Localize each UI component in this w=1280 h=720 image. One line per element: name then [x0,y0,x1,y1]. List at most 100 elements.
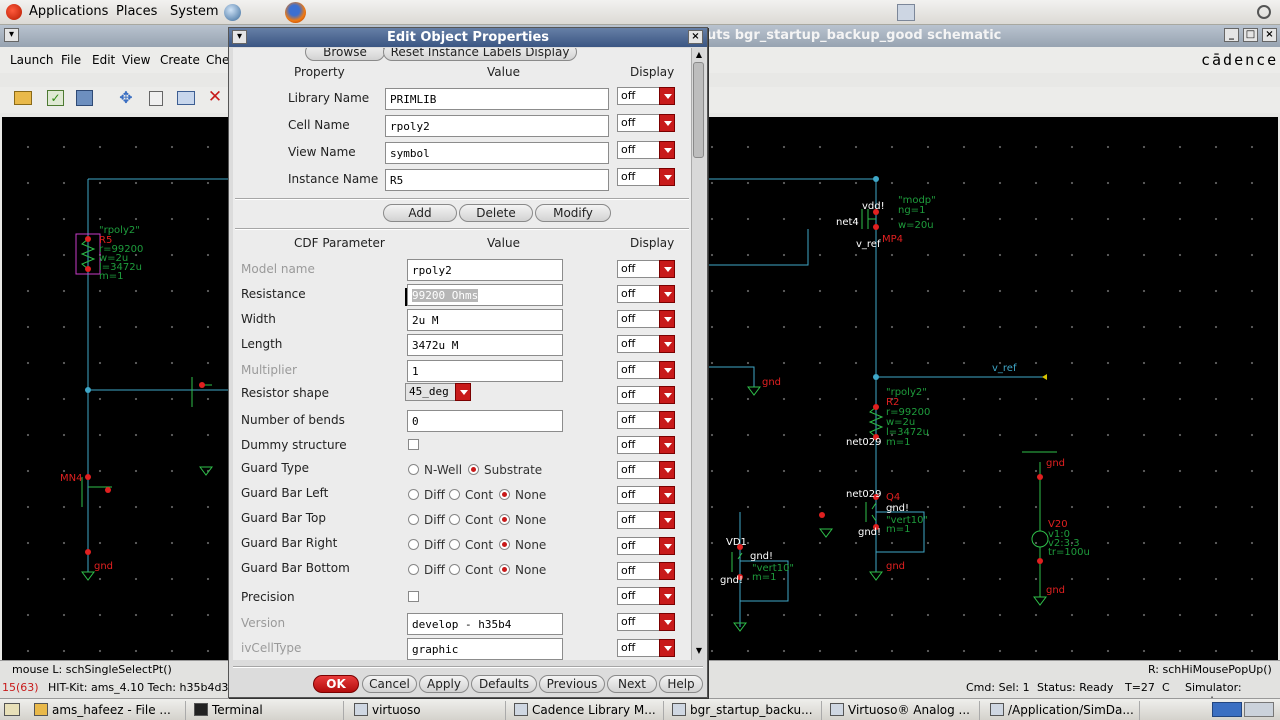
task-simdata[interactable]: /Application/SimDa... [986,701,1140,720]
guard-bar-top-none-radio[interactable] [499,514,510,525]
applications-menu[interactable]: Applications [29,4,108,19]
multiplier-field[interactable]: 1 [407,360,563,382]
dummy-structure-checkbox[interactable] [408,439,419,450]
firefox-icon[interactable] [285,2,306,23]
move-icon[interactable]: ✥ [117,89,135,107]
help-button[interactable]: Help [659,675,703,693]
apply-button[interactable]: Apply [419,675,469,693]
reset-labels-button[interactable]: Reset Instance Labels Display [383,48,577,61]
properties-icon[interactable] [177,91,195,105]
ivcelltype-display-select[interactable]: off [617,639,675,657]
resistance-field[interactable]: 99200 Ohms [407,284,563,306]
applet-icon[interactable] [897,4,915,21]
dummy-structure-display-select[interactable]: off [617,436,675,454]
minimize-button[interactable]: _ [1224,28,1239,42]
guard-bar-bottom-diff-radio[interactable] [408,564,419,575]
places-menu[interactable]: Places [116,4,157,19]
task-terminal[interactable]: Terminal [190,701,344,720]
task-file-manager[interactable]: ams_hafeez - File ... [30,701,186,720]
ok-button[interactable]: OK [313,675,359,693]
delete-button[interactable]: Delete [459,204,533,222]
menu-file[interactable]: File [61,53,81,67]
menu-launch[interactable]: Launch [10,53,53,67]
cell-name-display-select[interactable]: off [617,114,675,132]
copy-icon[interactable] [149,91,163,106]
precision-display-select[interactable]: off [617,587,675,605]
scroll-thumb[interactable] [693,62,704,158]
defaults-button[interactable]: Defaults [471,675,537,693]
workspace-switcher-2[interactable] [1244,702,1274,717]
view-name-field[interactable]: symbol [385,142,609,164]
close-window-button[interactable]: × [1262,28,1277,42]
guard-bar-top-diff-radio[interactable] [408,514,419,525]
previous-button[interactable]: Previous [539,675,605,693]
number-of-bends-field[interactable]: 0 [407,410,563,432]
library-name-field[interactable]: PRIMLIB [385,88,609,110]
system-menu[interactable]: System [170,4,218,19]
delete-icon[interactable]: ✕ [207,88,223,106]
network-icon[interactable] [224,4,241,21]
cell-name-field[interactable]: rpoly2 [385,115,609,137]
save-icon[interactable] [76,90,93,106]
guard-bar-left-diff-radio[interactable] [408,489,419,500]
width-display-select[interactable]: off [617,310,675,328]
width-field[interactable]: 2u M [407,309,563,331]
model-name-field[interactable]: rpoly2 [407,259,563,281]
browse-button[interactable]: Browse [305,48,385,61]
guard-bar-right-none-radio[interactable] [499,539,510,550]
guard-bar-left-display-select[interactable]: off [617,486,675,504]
open-folder-icon[interactable] [14,91,32,105]
task-analog-env[interactable]: Virtuoso® Analog ... [826,701,980,720]
dialog-scrollbar[interactable]: ▲ ▼ [691,48,705,660]
show-desktop-icon[interactable] [4,703,20,716]
task-virtuoso[interactable]: virtuoso [350,701,506,720]
menu-check[interactable]: Che [206,53,229,67]
window-menu-button[interactable]: ▾ [4,28,19,42]
version-display-select[interactable]: off [617,613,675,631]
view-name-display-select[interactable]: off [617,141,675,159]
guard-bar-right-cont-radio[interactable] [449,539,460,550]
resistor-shape-display-select[interactable]: off [617,386,675,404]
task-schematic[interactable]: bgr_startup_backu... [668,701,822,720]
menu-create[interactable]: Create [160,53,200,67]
length-display-select[interactable]: off [617,335,675,353]
guard-type-display-select[interactable]: off [617,461,675,479]
number-of-bends-display-select[interactable]: off [617,411,675,429]
model-name-display-select[interactable]: off [617,260,675,278]
maximize-button[interactable]: □ [1243,28,1258,42]
task-library-manager[interactable]: Cadence Library M... [510,701,664,720]
workspace-switcher[interactable] [1212,702,1242,717]
guard-bar-right-display-select[interactable]: off [617,537,675,555]
guard-bar-left-none-radio[interactable] [499,489,510,500]
scroll-up-icon[interactable]: ▲ [694,50,704,60]
resistance-display-select[interactable]: off [617,285,675,303]
power-icon[interactable] [1257,5,1271,19]
resistor-shape-select[interactable]: 45_deg [405,383,471,401]
guard-bar-bottom-display-select[interactable]: off [617,562,675,580]
modify-button[interactable]: Modify [535,204,611,222]
guard-bar-bottom-cont-radio[interactable] [449,564,460,575]
add-button[interactable]: Add [383,204,457,222]
guard-bar-left-cont-radio[interactable] [449,489,460,500]
instance-name-display-select[interactable]: off [617,168,675,186]
menu-view[interactable]: View [122,53,150,67]
multiplier-display-select[interactable]: off [617,361,675,379]
guard-type-substrate-radio[interactable] [468,464,479,475]
ivcelltype-field[interactable]: graphic [407,638,563,660]
guard-bar-top-cont-radio[interactable] [449,514,460,525]
guard-bar-bottom-none-radio[interactable] [499,564,510,575]
dialog-menu-button[interactable]: ▾ [232,30,247,44]
length-field[interactable]: 3472u M [407,334,563,356]
guard-bar-right-diff-radio[interactable] [408,539,419,550]
dialog-close-button[interactable]: × [688,30,703,44]
instance-name-field[interactable]: R5 [385,169,609,191]
guard-bar-top-display-select[interactable]: off [617,511,675,529]
precision-checkbox[interactable] [408,591,419,602]
next-button[interactable]: Next [607,675,657,693]
cancel-button[interactable]: Cancel [362,675,417,693]
scroll-down-icon[interactable]: ▼ [694,646,704,656]
library-name-display-select[interactable]: off [617,87,675,105]
guard-type-nwell-radio[interactable] [408,464,419,475]
menu-edit[interactable]: Edit [92,53,115,67]
check-save-icon[interactable]: ✓ [47,90,64,106]
